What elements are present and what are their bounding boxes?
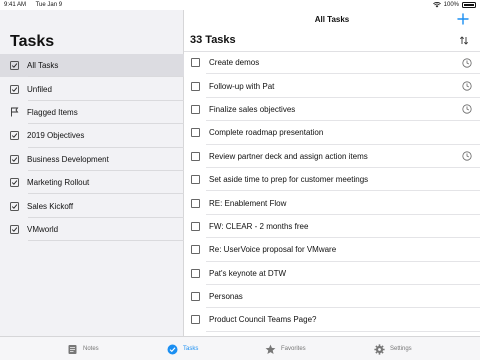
sidebar-item-2019-objectives[interactable]: 2019 Objectives	[0, 124, 184, 148]
status-left: 9:41 AM Tue Jan 9	[4, 0, 70, 10]
task-checkbox[interactable]	[191, 81, 200, 91]
sidebar-item-vmworld[interactable]: VMworld	[0, 218, 184, 242]
task-checkbox[interactable]	[191, 221, 200, 231]
task-row[interactable]: Product Council Teams Page?	[184, 308, 480, 333]
checkbox-checked-icon	[10, 131, 19, 141]
sidebar-item-unfiled[interactable]: Unfiled	[0, 77, 184, 102]
reminder-clock-icon[interactable]	[462, 57, 472, 68]
sidebar-item-sales-kickoff[interactable]: Sales Kickoff	[0, 194, 184, 219]
checkbox-checked-icon	[10, 224, 19, 234]
task-checkbox[interactable]	[191, 268, 200, 278]
reminder-clock-icon[interactable]	[462, 151, 472, 161]
task-count-header: 33 Tasks	[190, 34, 236, 46]
tab-settings[interactable]: Settings	[374, 337, 412, 360]
sidebar-list: All Tasks Unfiled Flagged Items 2019 Object…	[0, 54, 184, 242]
status-bar: 9:41 AM Tue Jan 9 100%	[0, 0, 480, 10]
task-label: Follow-up with Pat	[209, 81, 275, 91]
sidebar-item-label: Sales Kickoff	[27, 201, 74, 211]
task-row[interactable]: FW: CLEAR - 2 months free	[184, 215, 480, 239]
task-label: FW: CLEAR - 2 months free	[209, 221, 309, 231]
checkbox-checked-icon	[10, 154, 19, 164]
checkbox-checked-icon	[10, 178, 19, 188]
task-label: Personas	[209, 292, 243, 302]
task-row[interactable]: Set aside time to prep for customer meet…	[184, 168, 480, 192]
task-checkbox[interactable]	[191, 128, 200, 138]
tab-bar: Notes Tasks Favorites Settings	[0, 336, 480, 360]
add-task-button[interactable]	[457, 13, 469, 25]
task-label: Re: UserVoice proposal for VMware	[209, 245, 337, 255]
task-label: Complete roadmap presentation	[209, 128, 324, 138]
sidebar-item-business-development[interactable]: Business Development	[0, 148, 184, 172]
sidebar-item-label: Flagged Items	[27, 107, 78, 117]
battery-percent: 100%	[443, 2, 459, 8]
tab-label: Settings	[390, 346, 412, 352]
task-label: Pat's keynote at DTW	[209, 268, 287, 278]
task-row[interactable]: Follow-up with Pat	[184, 74, 480, 99]
gear-icon	[374, 343, 385, 355]
reminder-clock-icon[interactable]	[462, 104, 472, 114]
task-checkbox[interactable]	[191, 198, 200, 208]
task-label: RE: Enablement Flow	[209, 198, 287, 208]
checkbox-checked-icon	[10, 84, 19, 94]
tab-label: Tasks	[183, 346, 199, 352]
tab-tasks[interactable]: Tasks	[167, 337, 198, 360]
task-checkbox[interactable]	[191, 58, 200, 68]
nav-title: All Tasks	[314, 15, 350, 24]
wifi-icon	[432, 2, 441, 8]
sidebar-item-all-tasks[interactable]: All Tasks	[0, 54, 184, 78]
task-row[interactable]: Review partner deck and assign action it…	[184, 145, 480, 169]
star-icon	[265, 344, 276, 355]
task-row[interactable]: Create demos	[184, 51, 480, 75]
task-label: Finalize sales objectives	[209, 104, 296, 114]
tab-favorites[interactable]: Favorites	[265, 337, 306, 360]
reminder-clock-icon[interactable]	[462, 81, 472, 91]
task-checkbox[interactable]	[191, 104, 200, 114]
sort-icon[interactable]	[459, 36, 469, 45]
checkbox-checked-icon	[10, 61, 19, 71]
sidebar-item-label: 2019 Objectives	[27, 131, 85, 141]
battery-icon	[462, 2, 476, 8]
sidebar-title: Tasks	[10, 33, 55, 50]
sidebar-item-label: Unfiled	[27, 84, 52, 94]
task-checkbox[interactable]	[191, 245, 200, 255]
task-checkbox[interactable]	[191, 315, 200, 325]
task-list: Create demos Follow-up with Pat Finalize s…	[184, 51, 480, 333]
task-row[interactable]: Finalize sales objectives	[184, 98, 480, 122]
status-right: 100%	[432, 0, 476, 10]
sidebar-item-label: VMworld	[27, 224, 59, 234]
task-checkbox[interactable]	[191, 151, 200, 161]
task-checkbox[interactable]	[191, 175, 200, 185]
status-date: Tue Jan 9	[35, 2, 63, 8]
task-checkbox[interactable]	[191, 292, 200, 302]
task-label: Review partner deck and assign action it…	[209, 151, 368, 161]
task-row[interactable]: Pat's keynote at DTW	[184, 262, 480, 286]
task-row[interactable]: Personas	[184, 285, 480, 309]
task-row[interactable]: RE: Enablement Flow	[184, 191, 480, 216]
task-row[interactable]: Complete roadmap presentation	[184, 121, 480, 145]
sidebar-item-label: Marketing Rollout	[27, 178, 90, 188]
task-label: Set aside time to prep for customer meet…	[209, 175, 369, 185]
task-panel: 33 Tasks Create demos Follow-up with Pat F…	[184, 28, 480, 336]
sidebar-item-label: Business Development	[27, 154, 109, 164]
sidebar-item-flagged-items[interactable]: Flagged Items	[0, 101, 184, 125]
status-time: 9:41 AM	[4, 2, 27, 8]
notes-icon	[67, 344, 78, 355]
sidebar: Tasks All Tasks Unfiled Flagged Items 2019 …	[0, 10, 184, 336]
tab-label: Notes	[83, 346, 99, 352]
sidebar-item-label: All Tasks	[27, 61, 59, 71]
tasks-checkmark-icon	[167, 344, 178, 355]
sidebar-item-marketing-rollout[interactable]: Marketing Rollout	[0, 171, 184, 195]
task-label: Create demos	[209, 58, 260, 68]
tab-notes[interactable]: Notes	[67, 337, 99, 360]
tab-label: Favorites	[281, 346, 306, 352]
checkbox-checked-icon	[10, 201, 19, 211]
task-row[interactable]: Re: UserVoice proposal for VMware	[184, 238, 480, 262]
task-label: Product Council Teams Page?	[209, 315, 317, 325]
flag-icon	[10, 107, 19, 117]
